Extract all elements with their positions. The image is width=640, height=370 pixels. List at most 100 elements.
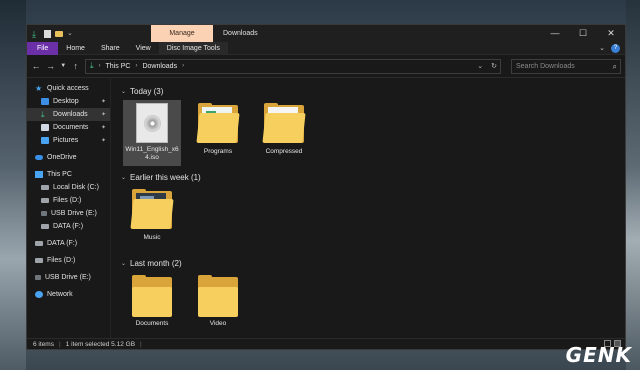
tab-view[interactable]: View	[128, 42, 159, 55]
search-input[interactable]: Search Downloads ⌕	[510, 58, 621, 74]
sidebar-item-pictures[interactable]: Pictures ✦	[27, 134, 110, 147]
folder-item-music[interactable]: Music	[123, 186, 181, 252]
sidebar-item-label: Desktop	[53, 98, 79, 105]
sidebar-item-label: Quick access	[47, 85, 89, 92]
context-tab-manage[interactable]: Manage	[151, 25, 213, 42]
sidebar-item-data-f-root[interactable]: DATA (F:)	[27, 237, 110, 250]
close-button[interactable]: ✕	[597, 25, 625, 42]
help-icon[interactable]: ?	[611, 44, 620, 53]
download-icon[interactable]: ⤓	[32, 29, 40, 38]
search-icon[interactable]: ⌕	[613, 62, 617, 72]
group-items: Win11_English_x64.iso Programs Compresse…	[123, 100, 625, 166]
group-items: Documents Video	[123, 272, 625, 338]
sidebar-item-label: Network	[47, 291, 73, 298]
sidebar-item-label: OneDrive	[47, 154, 77, 161]
forward-arrow-icon[interactable]: →	[45, 61, 55, 71]
sidebar-item-files-d-root[interactable]: Files (D:)	[27, 254, 110, 267]
group-header-last-month[interactable]: ⌄ Last month (2)	[121, 256, 625, 270]
recent-locations-icon[interactable]: ▼	[60, 63, 67, 69]
sidebar-item-usb-drive-e[interactable]: USB Drive (E:)	[27, 207, 110, 220]
tab-home[interactable]: Home	[58, 42, 93, 55]
folder-item-compressed[interactable]: Compressed	[255, 100, 313, 166]
folder-item-documents[interactable]: Documents	[123, 272, 181, 338]
tab-share[interactable]: Share	[93, 42, 128, 55]
sidebar-item-label: Files (D:)	[47, 257, 76, 264]
desktop-icon	[41, 98, 49, 105]
download-icon: ⤓	[41, 110, 45, 119]
group-header-today[interactable]: ⌄ Today (3)	[121, 84, 625, 98]
folder-icon	[261, 103, 307, 145]
folder-name: Music	[143, 234, 161, 241]
chevron-down-icon[interactable]: ⌄	[121, 260, 126, 267]
folder-item-programs[interactable]: Programs	[189, 100, 247, 166]
cloud-icon	[35, 155, 43, 160]
folder-icon	[129, 189, 175, 231]
sidebar-item-this-pc[interactable]: This PC	[27, 168, 110, 181]
sidebar-item-label: DATA (F:)	[53, 223, 84, 230]
address-dropdown-icon[interactable]: ⌄	[477, 60, 483, 73]
pictures-icon	[41, 137, 49, 144]
folder-icon	[195, 103, 241, 145]
tab-disc-image-tools[interactable]: Disc Image Tools	[158, 41, 228, 55]
genk-watermark-logo: GENK	[565, 343, 632, 367]
back-arrow-icon[interactable]: ←	[31, 61, 41, 71]
tab-file[interactable]: File	[27, 41, 59, 55]
sidebar-item-files-d[interactable]: Files (D:)	[27, 194, 110, 207]
usb-icon	[41, 211, 47, 216]
group-title: Today (3)	[130, 86, 164, 96]
folder-item-video[interactable]: Video	[189, 272, 247, 338]
sidebar-item-downloads[interactable]: ⤓ Downloads ✦	[27, 108, 110, 121]
chevron-down-icon[interactable]: ⌄	[121, 174, 126, 181]
title-bar: ⤓ ⌄ Manage Downloads — ☐ ✕	[27, 25, 625, 42]
documents-icon	[41, 124, 49, 131]
minimize-button[interactable]: —	[541, 25, 569, 42]
up-arrow-icon[interactable]: ↑	[71, 61, 81, 71]
item-count: 6 items	[33, 340, 54, 348]
group-items: Music	[123, 186, 625, 252]
new-folder-icon[interactable]	[55, 30, 63, 37]
refresh-icon[interactable]: ↻	[491, 60, 497, 73]
pin-icon[interactable]: ✦	[101, 137, 106, 144]
desktop-wallpaper-left	[0, 0, 26, 370]
chevron-down-icon[interactable]: ⌄	[121, 88, 126, 95]
sidebar-item-data-f[interactable]: DATA (F:)	[27, 220, 110, 233]
expand-ribbon-icon[interactable]: ⌄	[599, 42, 605, 55]
sidebar-item-documents[interactable]: Documents ✦	[27, 121, 110, 134]
sidebar-item-label: Local Disk (C:)	[53, 184, 99, 191]
sidebar-item-label: USB Drive (E:)	[45, 274, 91, 281]
customize-toolbar-icon[interactable]: ⌄	[67, 30, 73, 38]
drive-icon	[41, 224, 49, 229]
chevron-right-icon[interactable]: ›	[99, 63, 101, 69]
sidebar-item-local-disk-c[interactable]: Local Disk (C:)	[27, 181, 110, 194]
pin-icon[interactable]: ✦	[101, 124, 106, 131]
sidebar-item-label: Files (D:)	[53, 197, 82, 204]
maximize-button[interactable]: ☐	[569, 25, 597, 42]
sidebar-item-label: USB Drive (E:)	[51, 210, 97, 217]
sidebar-item-network[interactable]: Network	[27, 288, 110, 301]
sidebar-item-usb-drive-e-root[interactable]: USB Drive (E:)	[27, 271, 110, 284]
breadcrumb-downloads[interactable]: Downloads	[142, 63, 177, 70]
file-list: ⌄ Today (3) Win11_English_x64.iso Progra…	[111, 78, 625, 338]
drive-icon	[41, 185, 49, 190]
folder-name: Programs	[203, 148, 233, 155]
sidebar-item-label: This PC	[47, 171, 72, 178]
group-header-earlier-this-week[interactable]: ⌄ Earlier this week (1)	[121, 170, 625, 184]
drive-icon	[35, 258, 43, 263]
selection-info: 1 item selected 5.12 GB	[65, 340, 136, 348]
breadcrumb-this-pc[interactable]: This PC	[106, 63, 131, 70]
quick-access-toolbar: ⤓ ⌄	[27, 29, 151, 38]
sidebar-item-label: Downloads	[53, 111, 88, 118]
sidebar-item-desktop[interactable]: Desktop ✦	[27, 95, 110, 108]
chevron-right-icon[interactable]: ›	[135, 63, 137, 69]
chevron-right-icon[interactable]: ›	[182, 63, 184, 69]
sidebar-item-onedrive[interactable]: OneDrive	[27, 151, 110, 164]
ribbon-right-controls: ⌄ ?	[599, 42, 620, 55]
sidebar-item-quick-access[interactable]: ★ Quick access	[27, 82, 110, 95]
properties-icon[interactable]	[44, 29, 51, 38]
status-bar: 6 items | 1 item selected 5.12 GB |	[27, 338, 625, 349]
address-bar[interactable]: ⤓ › This PC › Downloads › ⌄ ↻	[84, 58, 501, 74]
file-item-iso[interactable]: Win11_English_x64.iso	[123, 100, 181, 166]
sidebar-item-label: Documents	[53, 124, 89, 131]
pin-icon[interactable]: ✦	[101, 111, 106, 118]
pin-icon[interactable]: ✦	[101, 98, 106, 105]
